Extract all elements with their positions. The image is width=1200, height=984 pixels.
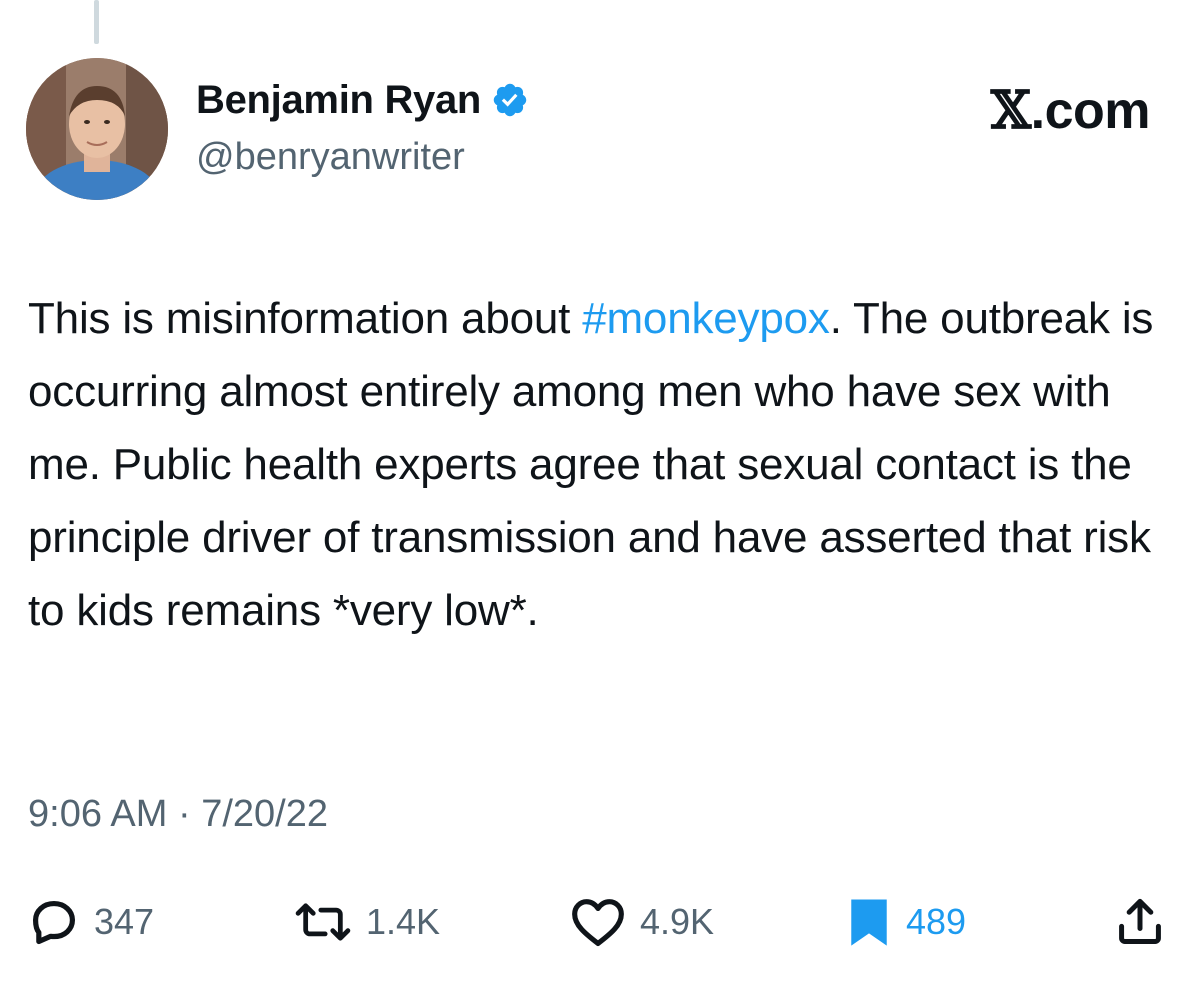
site-domain-label: .com [1030,82,1151,140]
bookmark-button[interactable]: 489 [846,890,966,954]
heart-icon [570,896,626,948]
site-logo: 𝕏.com [990,80,1151,141]
verified-badge-icon [491,81,529,119]
like-button[interactable]: 4.9K [570,890,714,954]
tweet-action-bar: 347 1.4K 4.9K 489 [0,890,1200,954]
reply-button[interactable]: 347 [28,890,154,954]
tweet-timestamp[interactable]: 9:06 AM · 7/20/22 [28,793,328,836]
tweet-text-before: This is misinformation about [28,294,583,343]
author-handle[interactable]: @benryanwriter [196,136,465,179]
repost-button[interactable]: 1.4K [294,890,440,954]
avatar[interactable] [26,58,168,200]
tweet-body: This is misinformation about #monkeypox.… [28,282,1178,647]
thread-connector-line [94,0,99,44]
tweet-text-after: . The outbreak is occurring almost entir… [28,294,1154,635]
bookmark-icon [846,896,892,948]
bookmark-count: 489 [906,901,967,942]
reply-count: 347 [94,901,155,942]
reply-icon [28,896,80,948]
author-name-row: Benjamin Ryan [196,76,529,124]
like-count: 4.9K [640,901,715,942]
repost-count: 1.4K [366,901,441,942]
repost-icon [294,896,352,948]
share-icon [1114,896,1166,948]
hashtag-link[interactable]: #monkeypox [582,294,830,343]
author-display-name[interactable]: Benjamin Ryan [196,78,481,123]
share-button[interactable] [1114,890,1166,954]
x-logo-icon: 𝕏 [990,80,1031,141]
